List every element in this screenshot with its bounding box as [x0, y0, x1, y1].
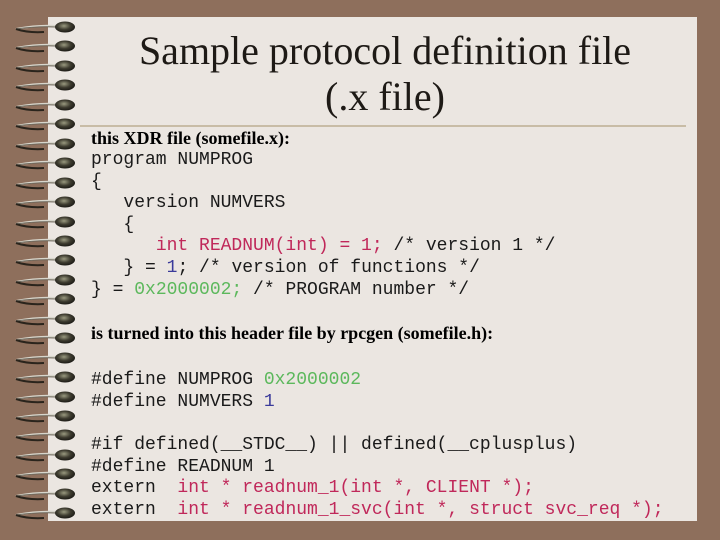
spiral-ring-icon: [8, 58, 80, 74]
code-token-green: 0x2000002: [263, 370, 362, 390]
code-token: extern: [91, 478, 178, 499]
code-token-blue: 1: [166, 257, 178, 278]
xdr-code-block: program NUMPROG{ version NUMVERS { int R…: [91, 150, 555, 301]
spiral-ring-icon: [8, 291, 80, 307]
spiral-ring-icon: [8, 369, 80, 385]
spiral-ring-icon: [8, 19, 80, 35]
code-line: version NUMVERS: [91, 193, 555, 215]
code-token: #define NUMPROG: [91, 370, 264, 390]
code-line: program NUMPROG: [91, 150, 555, 172]
code-token-blue: 1: [263, 391, 275, 412]
code-token: {: [91, 214, 135, 235]
spiral-ring-icon: [8, 466, 80, 482]
slide-title: Sample protocol definition file (.x file…: [120, 28, 650, 120]
spiral-ring-icon: [8, 408, 80, 424]
spiral-ring-icon: [8, 486, 80, 502]
spiral-ring-icon: [8, 194, 80, 210]
code-token: ; /* version of functions */: [177, 257, 480, 278]
spiral-ring-icon: [8, 389, 80, 405]
code-token-red: int * readnum_1_svc(int *, struct svc_re…: [177, 499, 664, 520]
code-line: extern int * readnum_1(int *, CLIENT *);: [91, 478, 664, 500]
spiral-ring-icon: [8, 272, 80, 288]
spiral-ring-icon: [8, 97, 80, 113]
spiral-ring-icon: [8, 155, 80, 171]
code-token: /* PROGRAM number */: [242, 279, 470, 300]
code-token: } =: [91, 279, 135, 300]
code-line: {: [91, 172, 555, 194]
code-token: #if defined(__STDC__) || defined(__cplus…: [91, 435, 578, 455]
code-token: #define NUMVERS: [91, 391, 264, 412]
code-line: #define READNUM 1: [91, 457, 664, 479]
spiral-ring-icon: [8, 252, 80, 268]
code-line: } = 1; /* version of functions */: [91, 258, 555, 280]
xdr-file-heading: this XDR file (somefile.x):: [91, 128, 290, 148]
title-line-2: (.x file): [325, 74, 445, 119]
spiral-ring-icon: [8, 427, 80, 443]
code-line: #define NUMVERS 1: [91, 392, 361, 414]
header-defines-block: #define NUMPROG 0x2000002 #define NUMVERS…: [91, 370, 361, 413]
code-line: #define NUMPROG 0x2000002: [91, 370, 361, 392]
code-token: } =: [91, 257, 167, 278]
code-token: version NUMVERS: [91, 193, 286, 214]
spiral-ring-icon: [8, 116, 80, 132]
code-token: #define READNUM 1: [91, 456, 275, 477]
spiral-ring-icon: [8, 350, 80, 366]
spiral-ring-icon: [8, 311, 80, 327]
code-line: } = 0x2000002; /* PROGRAM number */: [91, 280, 555, 302]
code-line: {: [91, 215, 555, 237]
spiral-ring-icon: [8, 447, 80, 463]
spiral-binding: [0, 0, 90, 540]
code-token: {: [91, 171, 102, 192]
spiral-ring-icon: [8, 330, 80, 346]
code-token-red: int * readnum_1(int *, CLIENT *);: [177, 478, 534, 499]
spiral-ring-icon: [8, 505, 80, 521]
spiral-ring-icon: [8, 214, 80, 230]
title-divider: [80, 125, 686, 127]
header-file-heading: is turned into this header file by rpcge…: [91, 323, 494, 343]
spiral-ring-icon: [8, 233, 80, 249]
code-token: extern: [91, 499, 178, 520]
code-token: /* version 1 */: [382, 236, 556, 257]
code-token: program NUMPROG: [91, 150, 254, 170]
spiral-ring-icon: [8, 38, 80, 54]
code-token-red: int READNUM(int) = 1;: [155, 236, 383, 257]
spiral-ring-icon: [8, 136, 80, 152]
code-line: #if defined(__STDC__) || defined(__cplus…: [91, 435, 664, 457]
title-line-1: Sample protocol definition file: [138, 28, 632, 73]
spiral-ring-icon: [8, 175, 80, 191]
header-prototypes-block: #if defined(__STDC__) || defined(__cplus…: [91, 435, 664, 521]
code-token-green: 0x2000002;: [134, 279, 243, 300]
code-line: extern int * readnum_1_svc(int *, struct…: [91, 500, 664, 522]
code-line: int READNUM(int) = 1; /* version 1 */: [91, 236, 556, 258]
spiral-ring-icon: [8, 77, 80, 93]
